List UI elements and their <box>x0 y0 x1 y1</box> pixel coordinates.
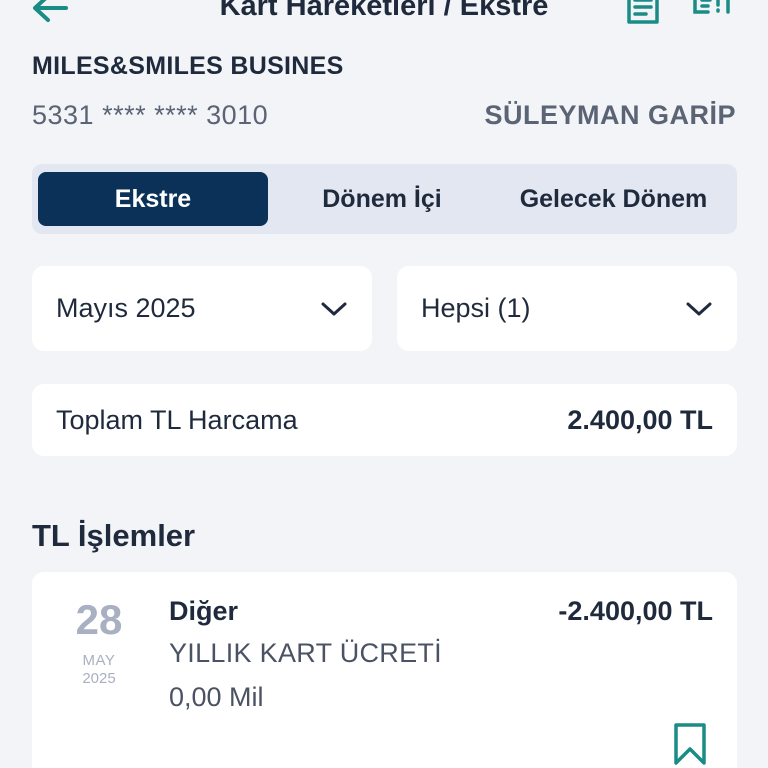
total-spending-value: 2.400,00 TL <box>567 404 713 435</box>
statement-tabs: Ekstre Dönem İçi Gelecek Dönem <box>32 164 737 234</box>
transaction-month: MAY <box>82 652 116 669</box>
type-dropdown-value: Hepsi (1) <box>421 293 531 323</box>
transaction-card[interactable]: 28 MAY 2025 Diğer YILLIK KART ÜCRETİ 0,0… <box>32 572 737 768</box>
type-dropdown[interactable]: Hepsi (1) <box>397 266 737 351</box>
document-icon[interactable] <box>626 0 660 28</box>
header: Kart Hareketleri / Ekstre <box>0 0 768 40</box>
card-product-name: MILES&SMILES BUSINES <box>32 52 344 80</box>
transaction-day: 28 <box>75 596 123 643</box>
transaction-category: Diğer <box>169 596 239 626</box>
transaction-amount: -2.400,00 TL <box>558 596 713 626</box>
tab-ekstre[interactable]: Ekstre <box>38 172 268 226</box>
chevron-down-icon <box>686 302 712 315</box>
tab-donem-ici[interactable]: Dönem İçi <box>268 172 496 226</box>
period-dropdown[interactable]: Mayıs 2025 <box>32 266 372 351</box>
tab-gelecek-donem[interactable]: Gelecek Dönem <box>496 172 731 226</box>
period-dropdown-value: Mayıs 2025 <box>56 293 196 323</box>
chevron-down-icon <box>321 302 347 315</box>
transaction-miles: 0,00 Mil <box>169 682 264 712</box>
bookmark-icon[interactable] <box>672 722 708 766</box>
transactions-section-title: TL İşlemler <box>32 518 196 553</box>
filter-list-icon[interactable] <box>692 0 732 22</box>
total-spending-label: Toplam TL Harcama <box>56 404 298 435</box>
transaction-description: YILLIK KART ÜCRETİ <box>169 638 442 668</box>
card-holder-name: SÜLEYMAN GARİP <box>484 100 736 130</box>
card-number: 5331 **** **** 3010 <box>32 100 269 130</box>
total-spending-summary: Toplam TL Harcama 2.400,00 TL <box>32 384 737 456</box>
transaction-year: 2025 <box>82 670 116 687</box>
